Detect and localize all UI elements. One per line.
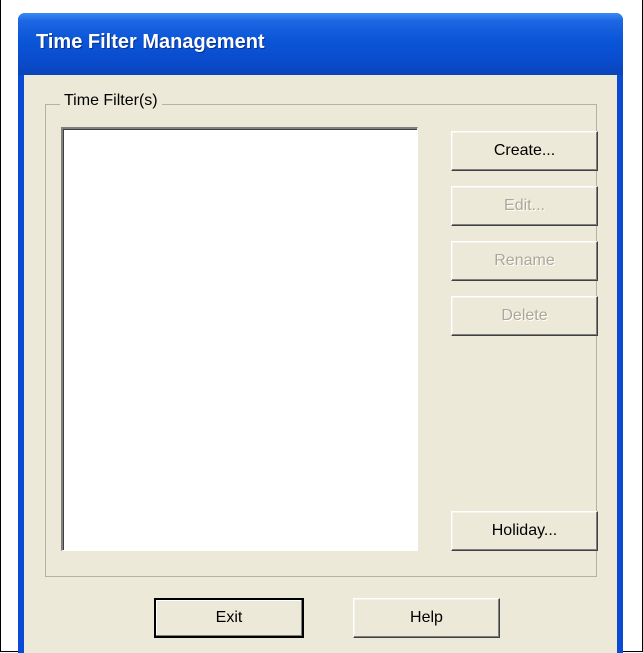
create-button[interactable]: Create... bbox=[451, 131, 598, 171]
delete-button[interactable]: Delete bbox=[451, 296, 598, 336]
time-filter-list[interactable] bbox=[61, 127, 418, 551]
holiday-button[interactable]: Holiday... bbox=[451, 511, 598, 551]
rename-button[interactable]: Rename bbox=[451, 241, 598, 281]
dialog-window: Time Filter Management Time Filter(s) Cr… bbox=[18, 13, 623, 653]
help-button[interactable]: Help bbox=[353, 598, 500, 638]
edit-button[interactable]: Edit... bbox=[451, 186, 598, 226]
dialog-client-area: Time Filter(s) Create... Edit... Rename … bbox=[24, 75, 617, 653]
time-filters-group-label: Time Filter(s) bbox=[60, 92, 162, 110]
title-bar[interactable]: Time Filter Management bbox=[18, 13, 623, 75]
window-title: Time Filter Management bbox=[36, 31, 265, 53]
exit-button[interactable]: Exit bbox=[154, 598, 304, 638]
